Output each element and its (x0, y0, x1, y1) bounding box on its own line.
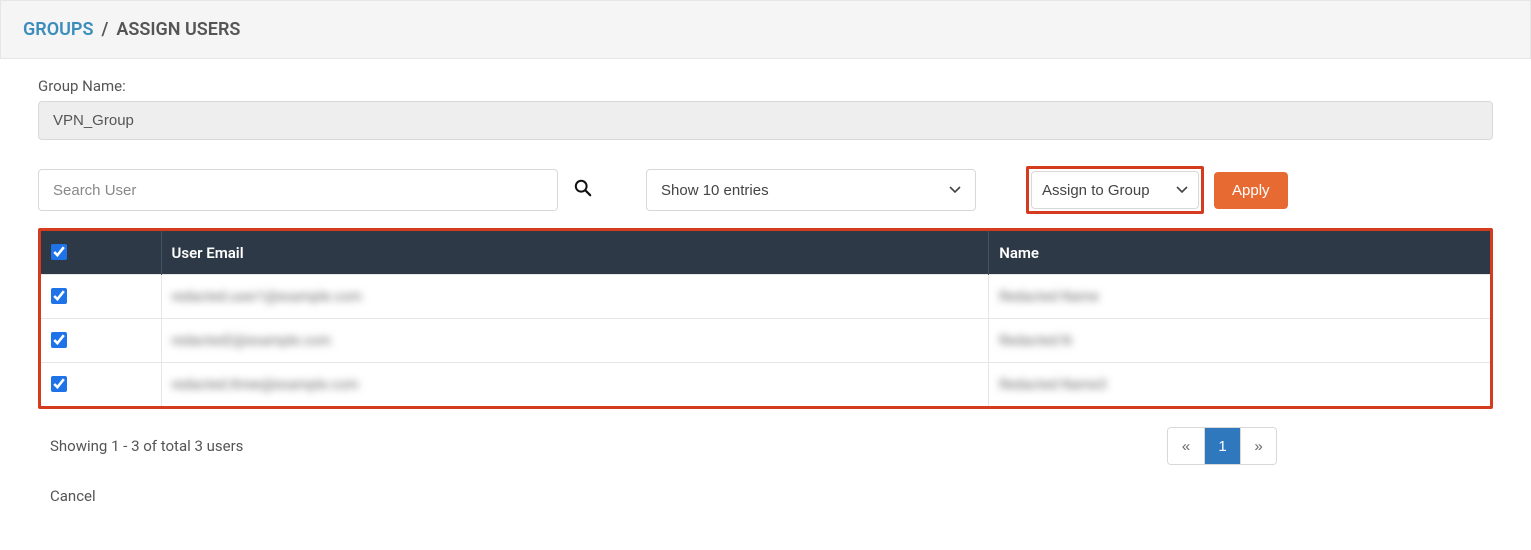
page-number-button[interactable]: 1 (1204, 428, 1240, 464)
assign-action-select[interactable]: Assign to Group (1031, 171, 1199, 209)
showing-text: Showing 1 - 3 of total 3 users (50, 437, 243, 455)
search-icon[interactable] (574, 179, 592, 202)
table-row: redacted.three@example.com Redacted Name… (41, 363, 1490, 407)
table-row: redacted2@example.com Redacted N (41, 319, 1490, 363)
cancel-button[interactable]: Cancel (50, 487, 96, 505)
group-name-label: Group Name: (38, 77, 1493, 95)
breadcrumb-groups-link[interactable]: GROUPS (23, 19, 93, 40)
col-header-name: Name (989, 231, 1490, 275)
breadcrumb: GROUPS / ASSIGN USERS (0, 0, 1531, 59)
users-table: User Email Name redacted.user1@example.c… (41, 231, 1490, 406)
breadcrumb-separator: / (101, 19, 108, 40)
users-table-highlight: User Email Name redacted.user1@example.c… (38, 228, 1493, 409)
row-checkbox[interactable] (51, 288, 67, 304)
select-all-checkbox[interactable] (51, 244, 67, 260)
page-next-button[interactable]: » (1240, 428, 1276, 464)
user-name-cell: Redacted N (999, 333, 1071, 349)
table-row: redacted.user1@example.com Redacted Name (41, 275, 1490, 319)
pagination: « 1 » (1167, 427, 1277, 465)
apply-button[interactable]: Apply (1214, 172, 1288, 209)
breadcrumb-current: ASSIGN USERS (116, 19, 240, 40)
page-prev-button[interactable]: « (1168, 428, 1204, 464)
row-checkbox[interactable] (51, 376, 67, 392)
user-name-cell: Redacted Name (999, 289, 1099, 305)
row-checkbox[interactable] (51, 332, 67, 348)
user-email-cell: redacted.user1@example.com (172, 289, 362, 305)
group-name-input[interactable] (38, 101, 1493, 140)
search-input[interactable] (38, 169, 558, 211)
user-email-cell: redacted.three@example.com (172, 377, 359, 393)
user-name-cell: Redacted Name3 (999, 377, 1106, 393)
col-header-email: User Email (161, 231, 989, 275)
user-email-cell: redacted2@example.com (172, 333, 331, 349)
assign-select-highlight: Assign to Group (1026, 166, 1204, 214)
entries-select[interactable]: Show 10 entries (646, 169, 976, 211)
